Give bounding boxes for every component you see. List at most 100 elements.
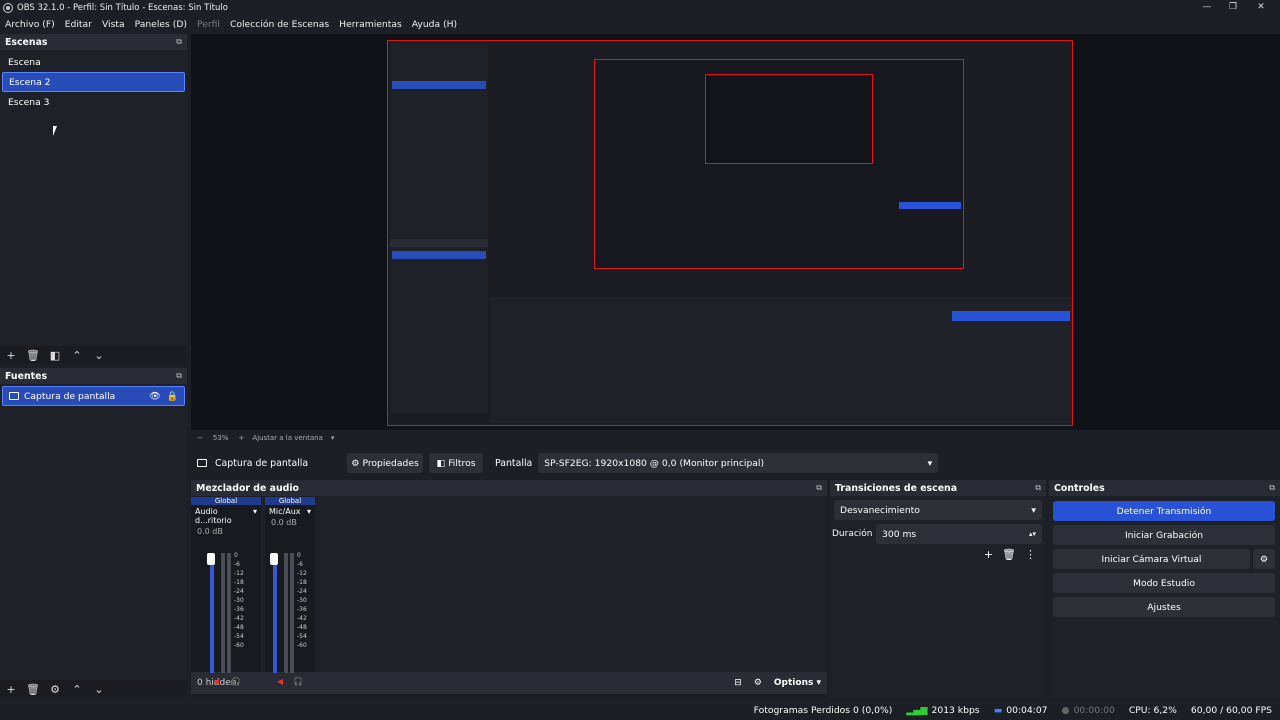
source-item[interactable]: Captura de pantalla 👁 🔒 — [2, 386, 185, 406]
zoom-out-icon[interactable]: − — [197, 434, 203, 442]
scenes-dock: Escenas ⧉ Escena Escena 2 Escena 3 + 🗑 ◧… — [0, 34, 187, 364]
zoom-in-icon[interactable]: + — [238, 434, 244, 442]
menu-editar[interactable]: Editar — [65, 19, 92, 30]
layout-toggle-icon[interactable]: ⊟ — [734, 678, 742, 688]
chevron-down-icon: ▾ — [252, 507, 257, 516]
float-dock-icon[interactable]: ⧉ — [1035, 483, 1041, 493]
start-virtual-camera-button[interactable]: Iniciar Cámara Virtual — [1053, 549, 1250, 569]
chevron-down-icon: ▾ — [927, 457, 933, 469]
minimize-icon[interactable]: — — [1194, 0, 1220, 15]
add-transition-icon[interactable]: + — [984, 548, 993, 561]
sources-toolbar: + 🗑 ⚙ ⌃ ⌄ — [0, 680, 187, 698]
menu-perfil[interactable]: Perfil — [197, 19, 220, 30]
nested-stop-stream-button-2 — [952, 311, 1070, 321]
controls-header: Controles ⧉ — [1049, 480, 1280, 496]
nested-stop-stream-button — [899, 202, 961, 209]
properties-label: Propiedades — [362, 457, 419, 469]
scene-transitions-dock: Transiciones de escena ⧉ Desvanecimiento… — [830, 480, 1046, 698]
duration-spinbox[interactable]: 300 ms ▴▾ — [876, 524, 1042, 544]
mute-speaker-icon[interactable]: ◀ — [213, 677, 219, 686]
meter-scale: 0 -6 -12 -18 -24 -30 -36 -42 -48 -54 -60 — [234, 551, 244, 650]
display-select[interactable]: SP-SF2EG: 1920x1080 @ 0,0 (Monitor princ… — [538, 453, 939, 473]
channel-db-value: 0.0 dB — [197, 527, 223, 536]
stream-time: 00:04:07 — [1006, 704, 1048, 716]
move-up-icon[interactable]: ⌃ — [66, 349, 88, 362]
filters-label: Filtros — [448, 457, 476, 469]
channel-name: Mic/Aux — [269, 507, 301, 516]
scene-item-selected[interactable]: Escena 2 — [2, 72, 185, 92]
nested-sources-header — [390, 239, 488, 247]
remove-scene-icon[interactable]: 🗑 — [22, 349, 44, 362]
channel-db-value: 0.0 dB — [271, 518, 297, 527]
bitrate: 2013 kbps — [931, 704, 980, 716]
channel-name-select[interactable]: Mic/Aux ▾ — [265, 505, 315, 518]
preview-zoom-bar: − 53% + Ajustar a la ventana ▾ — [191, 432, 1280, 444]
menu-ayuda[interactable]: Ayuda (H) — [412, 19, 457, 30]
channel-name: Audio d...ritorio — [195, 507, 232, 525]
channel-global-badge: Global — [191, 497, 261, 505]
menu-herramientas[interactable]: Herramientas — [339, 19, 402, 30]
source-item-label: Captura de pantalla — [24, 390, 116, 402]
meter-tick: -60 — [297, 642, 307, 649]
float-dock-icon[interactable]: ⧉ — [816, 483, 822, 493]
visibility-eye-icon[interactable]: 👁 — [149, 391, 161, 402]
nested-selected-scene — [392, 81, 486, 89]
channel-global-badge: Global — [265, 497, 315, 505]
add-scene-icon[interactable]: + — [0, 349, 22, 362]
float-dock-icon[interactable]: ⧉ — [176, 371, 182, 381]
move-up-icon[interactable]: ⌃ — [66, 683, 88, 696]
headphones-icon[interactable]: 🎧 — [231, 677, 241, 686]
remove-source-icon[interactable]: 🗑 — [22, 683, 44, 696]
sources-dock-header: Fuentes ⧉ — [0, 368, 187, 384]
menu-paneles[interactable]: Paneles (D) — [135, 19, 187, 30]
filters-button[interactable]: ◧ Filtros — [429, 453, 483, 473]
context-source-name: Captura de pantalla — [215, 457, 309, 469]
chevron-down-icon[interactable]: ▾ — [331, 434, 335, 442]
scene-item[interactable]: Escena — [2, 52, 185, 72]
volume-slider-track[interactable] — [273, 553, 277, 673]
scene-item[interactable]: Escena 3 — [2, 92, 185, 112]
float-dock-icon[interactable]: ⧉ — [1269, 483, 1275, 493]
options-button[interactable]: Options ▾ — [774, 678, 821, 688]
volume-slider-track[interactable] — [210, 553, 214, 673]
remove-transition-icon[interactable]: 🗑 — [1002, 548, 1016, 561]
properties-button[interactable]: ⚙ Propiedades — [347, 453, 423, 473]
add-source-icon[interactable]: + — [0, 683, 22, 696]
meter-tick: -60 — [234, 642, 244, 649]
mouse-cursor-icon — [53, 126, 57, 136]
meter-tick: -36 — [234, 606, 244, 613]
close-icon[interactable]: ✕ — [1248, 0, 1274, 15]
monitor-icon — [197, 459, 207, 467]
preview-area[interactable] — [191, 34, 1280, 430]
settings-button[interactable]: Ajustes — [1053, 597, 1275, 617]
fit-to-window-label[interactable]: Ajustar a la ventana — [252, 434, 323, 442]
meter-tick: -48 — [234, 624, 244, 631]
studio-mode-button[interactable]: Modo Estudio — [1053, 573, 1275, 593]
stop-streaming-button[interactable]: Detener Transmisión — [1053, 501, 1275, 521]
virtual-camera-gear-icon[interactable]: ⚙ — [1253, 549, 1275, 569]
menu-vista[interactable]: Vista — [102, 19, 125, 30]
lock-icon[interactable]: 🔒 — [167, 391, 178, 402]
menu-coleccion-escenas[interactable]: Colección de Escenas — [230, 19, 329, 30]
mute-speaker-icon[interactable]: ◀ — [277, 677, 283, 686]
headphones-icon[interactable]: 🎧 — [293, 677, 303, 686]
title-bar: OBS 32.1.0 - Perfil: Sin Título - Escena… — [0, 0, 1280, 15]
controls-dock: Controles ⧉ Detener Transmisión Iniciar … — [1049, 480, 1280, 698]
float-dock-icon[interactable]: ⧉ — [176, 37, 182, 47]
move-down-icon[interactable]: ⌄ — [88, 683, 110, 696]
mixer-channel-desktop-audio: Global Audio d...ritorio ▾ 0.0 dB 0 -6 -1… — [191, 497, 261, 686]
maximize-icon[interactable]: ❐ — [1220, 0, 1246, 15]
menu-archivo[interactable]: Archivo (F) — [5, 19, 55, 30]
move-down-icon[interactable]: ⌄ — [88, 349, 110, 362]
scene-filters-icon[interactable]: ◧ — [44, 349, 66, 362]
preview-scene-canvas[interactable] — [387, 40, 1073, 426]
transition-select[interactable]: Desvanecimiento ▾ — [834, 500, 1042, 520]
channel-name-select[interactable]: Audio d...ritorio ▾ — [191, 505, 261, 527]
more-options-icon[interactable]: ⋮ — [1025, 548, 1036, 561]
volume-slider-handle[interactable] — [270, 553, 278, 565]
volume-slider-handle[interactable] — [207, 553, 215, 565]
display-select-value: SP-SF2EG: 1920x1080 @ 0,0 (Monitor princ… — [544, 457, 765, 469]
advanced-audio-gear-icon[interactable]: ⚙ — [754, 678, 762, 688]
source-properties-gear-icon[interactable]: ⚙ — [44, 683, 66, 696]
start-recording-button[interactable]: Iniciar Grabación — [1053, 525, 1275, 545]
